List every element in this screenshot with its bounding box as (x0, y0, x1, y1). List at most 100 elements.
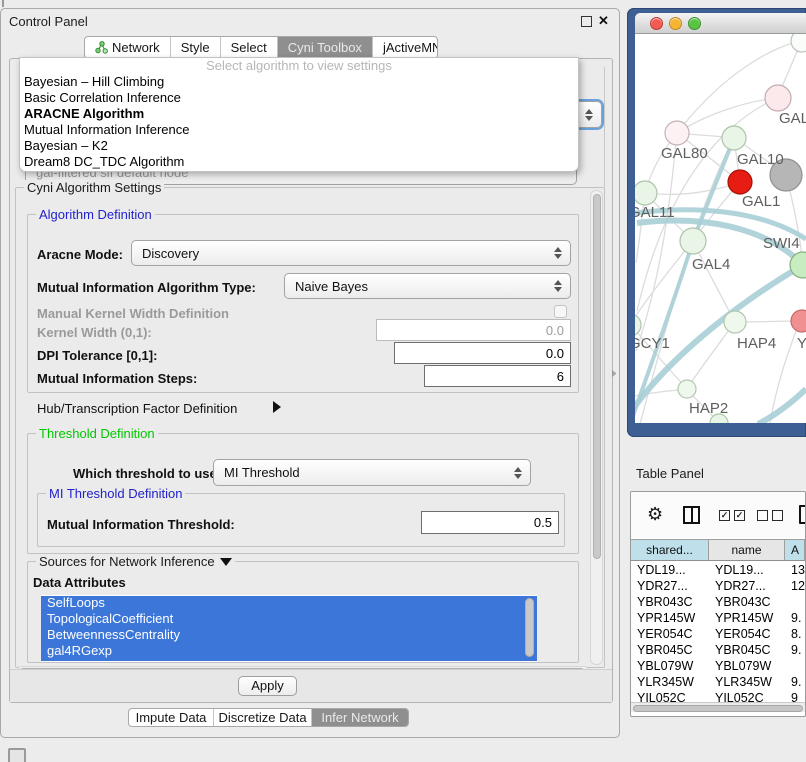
table-row[interactable]: YBR045C YBR045C 9. (631, 642, 805, 658)
attribute-item[interactable]: SelfLoops (41, 595, 537, 611)
cell-value[interactable]: 9. (785, 610, 805, 626)
popup-item-dream8[interactable]: Dream8 DC_TDC Algorithm (20, 154, 578, 170)
table-row[interactable]: YBR043C YBR043C (631, 594, 805, 610)
attribute-item[interactable]: TopologicalCoefficient (41, 611, 537, 627)
cell-name[interactable]: YDL19... (709, 562, 785, 578)
cell-shared-name[interactable]: YBR045C (631, 642, 709, 658)
table-horizontal-scrollbar[interactable] (631, 702, 805, 712)
cell-shared-name[interactable]: YDL19... (631, 562, 709, 578)
network-canvas[interactable]: GAL GAL80 GAL10 GAL1 GAL11 SWI4 GAL4 GCY… (635, 34, 806, 423)
attributes-list-scrollbar[interactable] (525, 598, 534, 657)
cell-name[interactable]: YDR27... (709, 578, 785, 594)
network-node-gal-partial[interactable] (765, 85, 791, 111)
table-row[interactable]: YDR27... YDR27... 12 (631, 578, 805, 594)
cell-shared-name[interactable]: YPR145W (631, 610, 709, 626)
column-header-partial[interactable]: A (785, 540, 805, 560)
tab-impute-data[interactable]: Impute Data (129, 709, 214, 726)
attribute-item[interactable]: BetweennessCentrality (41, 627, 537, 643)
zoom-traffic-icon[interactable] (688, 17, 701, 30)
popup-item-bayesian-hill[interactable]: Bayesian – Hill Climbing (20, 74, 578, 90)
cell-name[interactable]: YBR045C (709, 642, 785, 658)
cell-shared-name[interactable]: YBR043C (631, 594, 709, 610)
sources-group-label[interactable]: Sources for Network Inference (36, 554, 235, 569)
settings-vertical-scrollbar[interactable] (590, 190, 603, 665)
manual-kernel-checkbox[interactable] (554, 305, 567, 318)
cell-name[interactable]: YBL079W (709, 658, 785, 674)
network-window-titlebar[interactable] (635, 13, 806, 34)
aracne-mode-combo[interactable]: Discovery (131, 240, 571, 266)
unchecked-column-icon[interactable] (757, 510, 768, 521)
network-nodes[interactable] (635, 34, 806, 423)
mi-threshold-field[interactable] (421, 511, 559, 534)
cell-value[interactable]: 9. (785, 674, 805, 690)
dpi-tolerance-field[interactable] (394, 342, 571, 364)
network-node-hap4[interactable] (724, 311, 746, 333)
cell-shared-name[interactable]: YBL079W (631, 658, 709, 674)
hub-expand-icon[interactable] (273, 401, 281, 413)
network-node-gcy1[interactable] (635, 314, 641, 336)
cell-value[interactable]: 9. (785, 642, 805, 658)
float-window-icon[interactable] (581, 16, 592, 27)
close-icon[interactable]: ✕ (598, 13, 609, 29)
network-node-gal1[interactable] (728, 170, 752, 194)
which-threshold-combo[interactable]: MI Threshold (213, 459, 531, 486)
network-node-gal11[interactable] (635, 181, 657, 205)
network-node[interactable] (791, 34, 806, 52)
cell-shared-name[interactable]: YER054C (631, 626, 709, 642)
apply-button[interactable]: Apply (238, 676, 297, 696)
cell-name[interactable]: YER054C (709, 626, 785, 642)
cell-value[interactable]: 8. (785, 626, 805, 642)
network-node-gal10[interactable] (722, 126, 746, 150)
tab-style[interactable]: Style (171, 37, 221, 58)
cell-value[interactable]: 12 (785, 578, 805, 594)
checked-column-icon[interactable]: ✓ (719, 510, 730, 521)
file-icon[interactable] (799, 505, 806, 524)
cell-value[interactable]: 13 (785, 562, 805, 578)
hub-section-label[interactable]: Hub/Transcription Factor Definition (37, 401, 237, 416)
popup-item-bayesian-k2[interactable]: Bayesian – K2 (20, 138, 578, 154)
cell-shared-name[interactable]: YLR345W (631, 674, 709, 690)
column-header-name[interactable]: name (709, 540, 785, 560)
cell-value[interactable]: 9 (785, 690, 805, 702)
cell-value[interactable] (785, 658, 805, 674)
cell-name[interactable]: YPR145W (709, 610, 785, 626)
tab-network[interactable]: Network (85, 37, 171, 58)
network-node-salmon[interactable] (791, 310, 806, 332)
network-node-hap2[interactable] (678, 380, 696, 398)
cell-value[interactable] (785, 594, 805, 610)
table-row[interactable]: YBL079W YBL079W (631, 658, 805, 674)
tab-infer-network[interactable]: Infer Network (312, 709, 408, 726)
table-row[interactable]: YPR145W YPR145W 9. (631, 610, 805, 626)
popup-item-aracne[interactable]: ARACNE Algorithm (20, 106, 578, 122)
attribute-item[interactable]: gal4RGexp (41, 643, 537, 659)
cell-name[interactable]: YIL052C (709, 690, 785, 702)
minimized-panel-icon[interactable] (8, 748, 26, 762)
mi-type-combo[interactable]: Naive Bayes (284, 273, 571, 299)
minimize-traffic-icon[interactable] (669, 17, 682, 30)
close-traffic-icon[interactable] (650, 17, 663, 30)
tab-cyni-toolbox[interactable]: Cyni Toolbox (278, 37, 373, 58)
cell-shared-name[interactable]: YIL052C (631, 690, 709, 702)
popup-item-basic-correlation[interactable]: Basic Correlation Inference (20, 90, 578, 106)
table-row[interactable]: YER054C YER054C 8. (631, 626, 805, 642)
cell-name[interactable]: YLR345W (709, 674, 785, 690)
gear-icon[interactable]: ⚙ (647, 504, 663, 524)
tab-discretize-data[interactable]: Discretize Data (214, 709, 312, 726)
cell-name[interactable]: YBR043C (709, 594, 785, 610)
split-panel-icon[interactable] (683, 506, 700, 524)
tab-select[interactable]: Select (221, 37, 278, 58)
unchecked-column-icon[interactable] (772, 510, 783, 521)
data-attributes-list[interactable]: SelfLoops TopologicalCoefficient Between… (41, 595, 537, 662)
tab-jactivemnodules[interactable]: jActiveMNodules (373, 37, 438, 58)
column-header-shared-name[interactable]: shared... (631, 540, 709, 560)
popup-item-mutual-information[interactable]: Mutual Information Inference (20, 122, 578, 138)
table-row[interactable]: YLR345W YLR345W 9. (631, 674, 805, 690)
network-node-gal80[interactable] (665, 121, 689, 145)
table-row[interactable]: YDL19... YDL19... 13 (631, 562, 805, 578)
cell-shared-name[interactable]: YDR27... (631, 578, 709, 594)
table-row[interactable]: YIL052C YIL052C 9 (631, 690, 805, 702)
network-node-gal4[interactable] (680, 228, 706, 254)
sources-collapse-icon[interactable] (220, 558, 232, 566)
kernel-width-field[interactable] (376, 319, 571, 341)
splitter-handle[interactable] (612, 370, 617, 377)
